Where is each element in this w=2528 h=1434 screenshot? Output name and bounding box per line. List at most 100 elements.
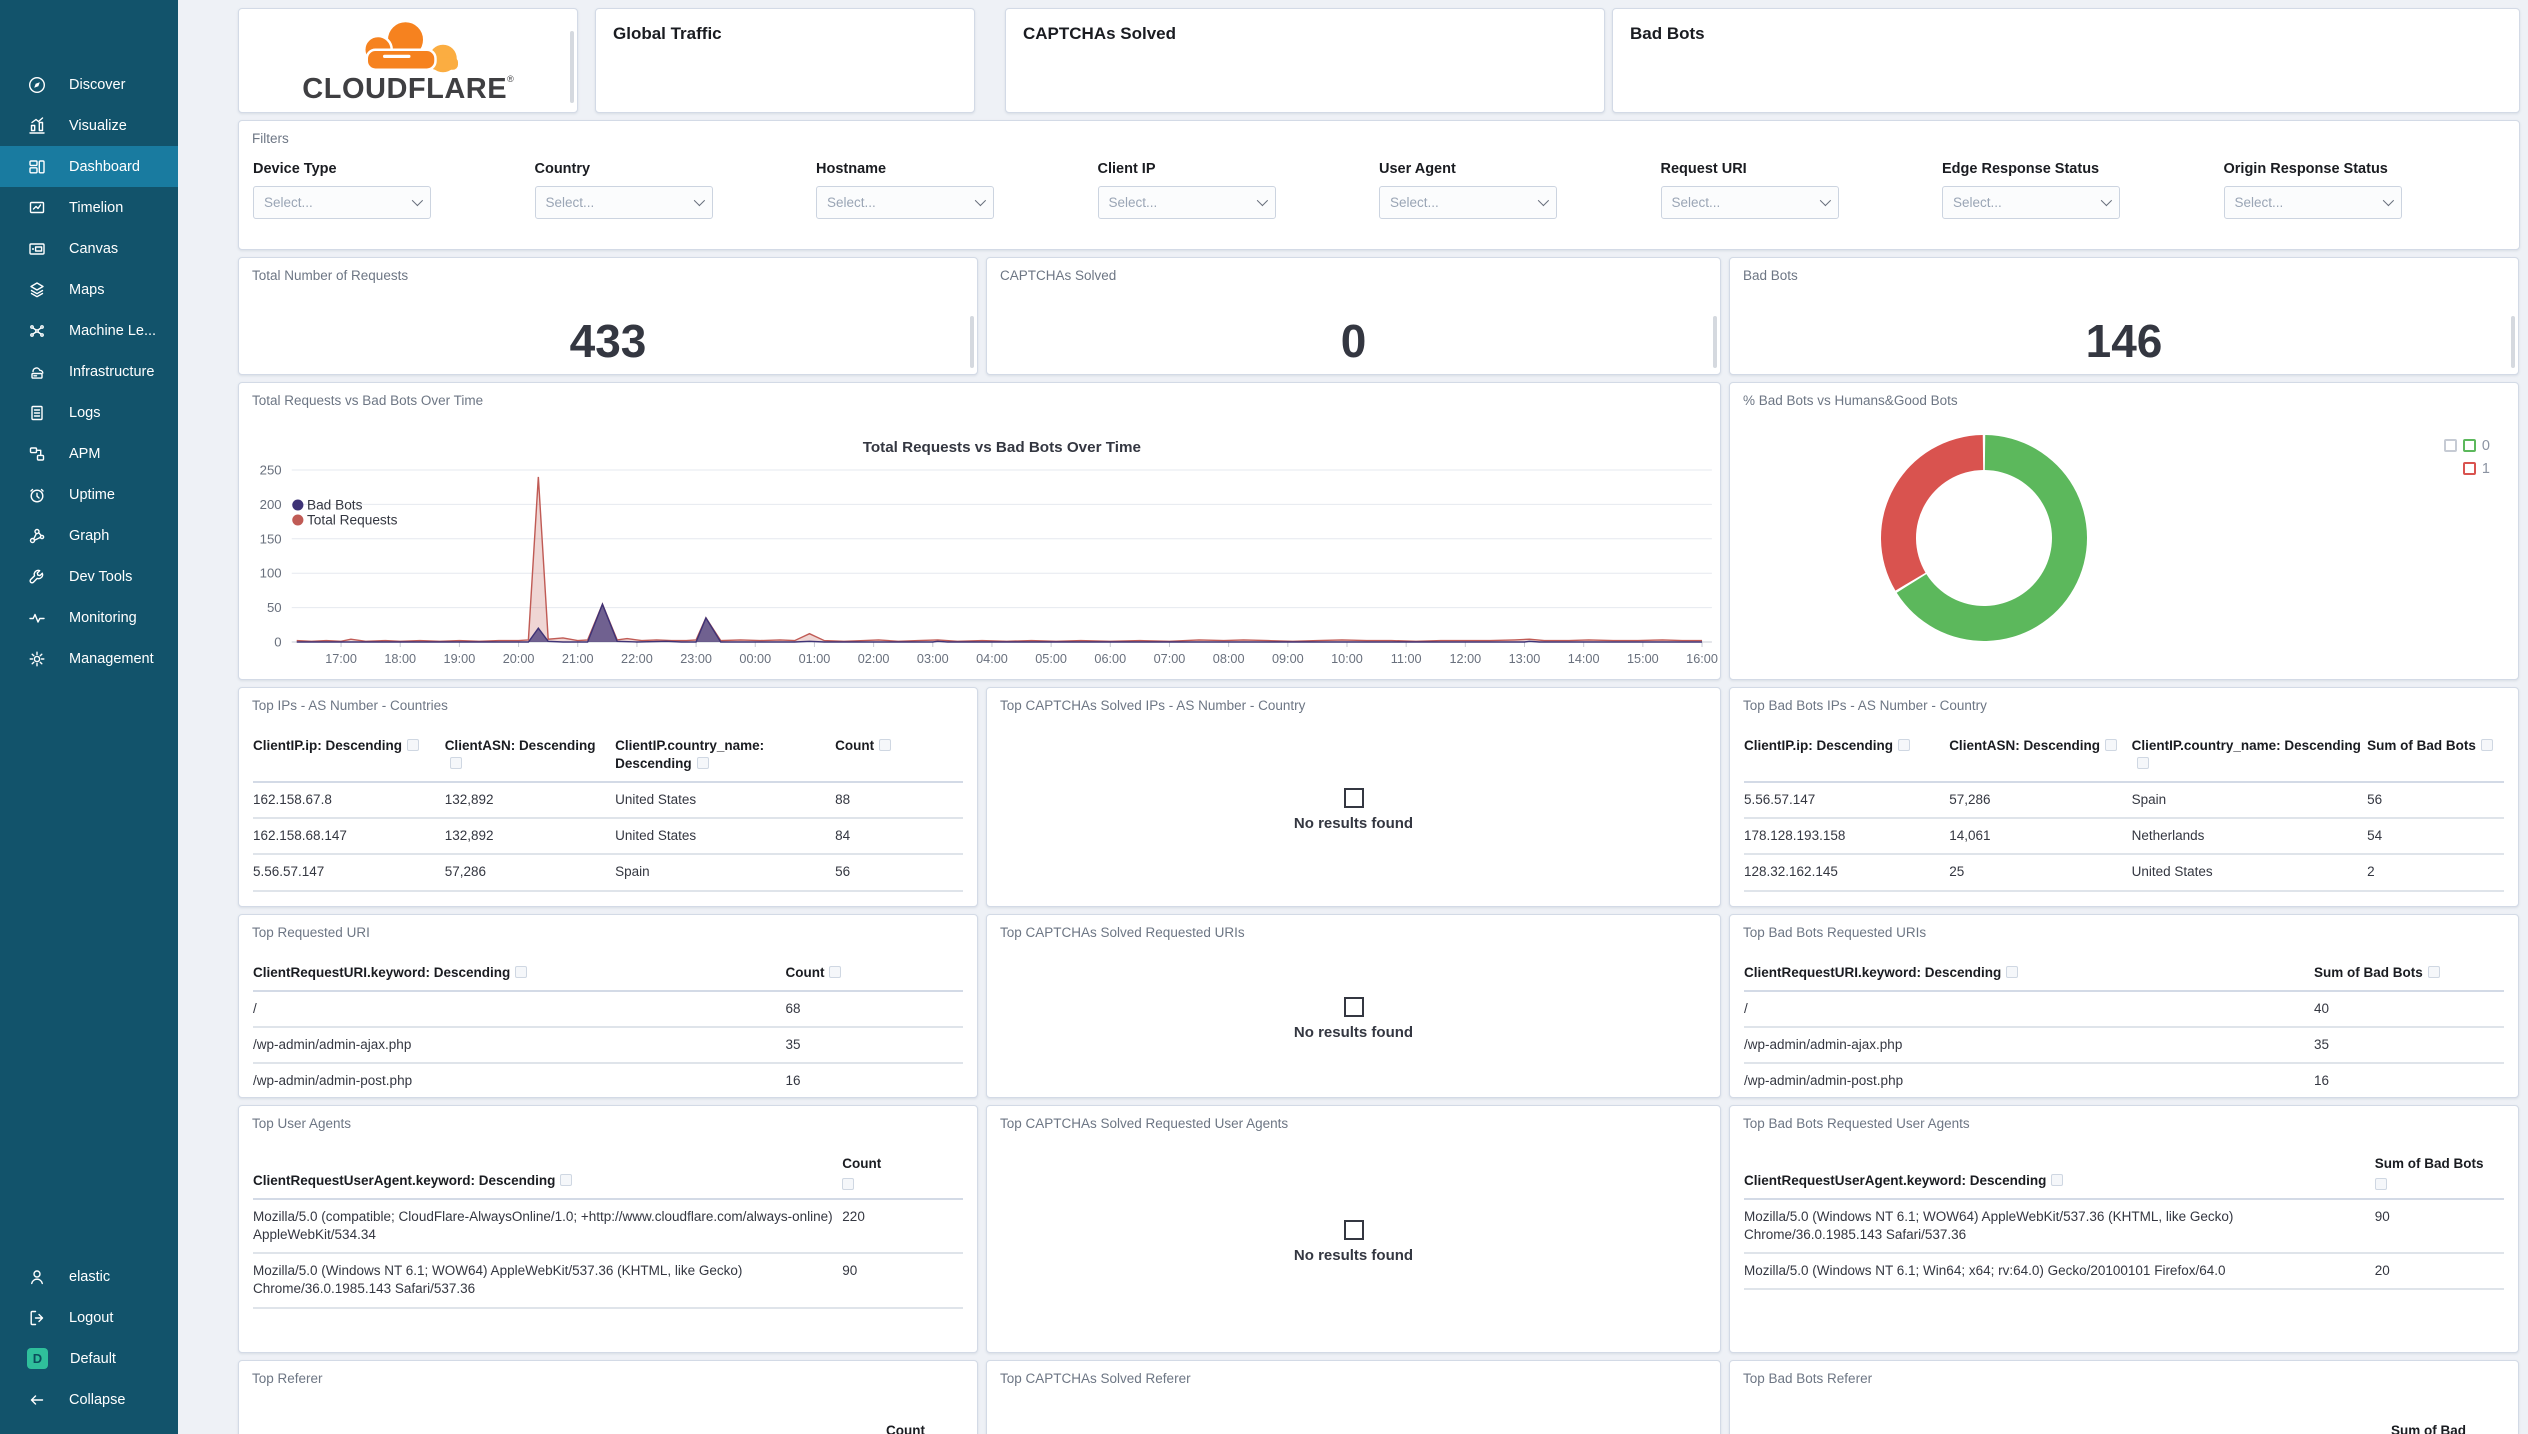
header-checkbox-icon[interactable] <box>2051 1173 2064 1186</box>
graph-icon <box>27 526 47 546</box>
sidebar-item-canvas[interactable]: Canvas <box>0 228 178 269</box>
select-request-uri[interactable]: Select... <box>1660 185 1839 219</box>
sidebar-item-label: Logs <box>69 404 101 421</box>
sidebar-item-apm[interactable]: APM <box>0 433 178 474</box>
column-header[interactable]: Sum of Bad Bots <box>2374 1147 2504 1198</box>
header-checkbox-icon[interactable] <box>2104 738 2117 751</box>
column-header[interactable]: Sum of Bad Bots <box>2367 729 2504 763</box>
sidebar-item-discover[interactable]: Discover <box>0 64 178 105</box>
column-header[interactable]: Sum of Bad Bots <box>2314 956 2504 990</box>
column-header[interactable]: Count <box>842 1147 963 1198</box>
donut-slice-1[interactable] <box>1880 434 1984 591</box>
table-cell: 90 <box>2374 1208 2390 1224</box>
table-cell: /wp-admin/admin-post.php <box>1744 1073 1904 1089</box>
bad-bots-panel: Bad Bots <box>1612 8 2520 113</box>
column-header-label: Sum of Bad Bots <box>2367 737 2476 753</box>
sidebar-item-dev-tools[interactable]: Dev Tools <box>0 556 178 597</box>
select-edge-response-status[interactable]: Select... <box>1942 185 2120 219</box>
sidebar-item-dashboard[interactable]: Dashboard <box>0 146 178 187</box>
select-hostname[interactable]: Select... <box>816 185 994 219</box>
svg-text:12:00: 12:00 <box>1449 652 1481 666</box>
column-header[interactable]: ClientRequestURI.keyword: Descending <box>253 956 786 990</box>
header-checkbox-icon[interactable] <box>696 756 709 769</box>
select-user-agent[interactable]: Select... <box>1379 185 1557 219</box>
header-checkbox-icon[interactable] <box>2427 965 2440 978</box>
header-checkbox-icon[interactable] <box>515 965 528 978</box>
svg-text:22:00: 22:00 <box>621 652 653 666</box>
panel-top-bad-bots-requested-user-agents: Top Bad Bots Requested User Agents Client… <box>1729 1105 2519 1353</box>
select-device-type[interactable]: Select... <box>253 185 431 219</box>
header-checkbox-icon[interactable] <box>2374 1177 2387 1190</box>
sidebar-item-logs[interactable]: Logs <box>0 392 178 433</box>
sidebar-item-management[interactable]: Management <box>0 638 178 679</box>
sidebar-item-default-space[interactable]: D Default <box>0 1338 178 1379</box>
legend-item-1[interactable]: 1 <box>2462 461 2490 477</box>
panel-title: Top Requested URI <box>252 925 370 940</box>
header-checkbox-icon[interactable] <box>829 965 842 978</box>
sidebar-item-label: APM <box>69 445 101 462</box>
panel-scrollbar[interactable] <box>1713 316 1717 368</box>
header-checkbox-icon[interactable] <box>2480 738 2493 751</box>
sidebar-item-logout[interactable]: Logout <box>0 1297 178 1338</box>
column-header[interactable]: ClientASN: Descending <box>445 729 615 781</box>
table-header-clipped[interactable]: Sum of Bad <box>2391 1423 2466 1434</box>
column-header-label: Sum of Bad Bots <box>2374 1155 2484 1171</box>
panel-scrollbar[interactable] <box>2511 316 2515 368</box>
table-header-clipped[interactable]: Count <box>886 1423 925 1434</box>
column-header[interactable]: ClientIP.country_name: Descending <box>2132 729 2368 781</box>
panel-top-referer: Top Referer Count <box>238 1360 978 1434</box>
column-header[interactable]: ClientRequestUserAgent.keyword: Descendi… <box>1744 1164 2375 1198</box>
column-header[interactable]: ClientIP.ip: Descending <box>1744 729 1949 763</box>
svg-text:18:00: 18:00 <box>384 652 416 666</box>
panel-scrollbar[interactable] <box>970 316 974 368</box>
select-placeholder: Select... <box>264 194 313 210</box>
table-cell: 16 <box>2314 1073 2330 1089</box>
header-checkbox-icon[interactable] <box>2006 965 2019 978</box>
column-header-label: Count <box>835 737 875 753</box>
sidebar-item-uptime[interactable]: Uptime <box>0 474 178 515</box>
filter-label: User Agent <box>1379 160 1456 177</box>
sidebar-item-visualize[interactable]: Visualize <box>0 105 178 146</box>
sidebar-item-machine-learning[interactable]: Machine Le... <box>0 310 178 351</box>
header-checkbox-icon[interactable] <box>1898 738 1911 751</box>
sidebar-item-collapse[interactable]: Collapse <box>0 1379 178 1420</box>
canvas-icon <box>27 239 47 259</box>
header-checkbox-icon[interactable] <box>407 738 420 751</box>
sidebar-item-graph[interactable]: Graph <box>0 515 178 556</box>
svg-text:23:00: 23:00 <box>680 652 712 666</box>
column-header[interactable]: ClientRequestURI.keyword: Descending <box>1744 956 2314 990</box>
chevron-down-icon <box>974 194 987 207</box>
select-client-ip[interactable]: Select... <box>1097 185 1276 219</box>
filter-field-client-ip: Client IP Select... <box>1097 161 1380 219</box>
select-origin-response-status[interactable]: Select... <box>2223 185 2402 219</box>
chevron-down-icon <box>1537 194 1550 207</box>
panel-title: Top Referer <box>252 1371 323 1386</box>
sidebar-item-monitoring[interactable]: Monitoring <box>0 597 178 638</box>
sidebar-item-timelion[interactable]: Timelion <box>0 187 178 228</box>
header-checkbox-icon[interactable] <box>2136 756 2149 769</box>
column-header[interactable]: ClientIP.country_name: Descending <box>615 729 835 781</box>
legend-filter-icon[interactable] <box>2443 439 2457 453</box>
metrics-row: Total Number of Requests 433 CAPTCHAs Solv… <box>238 257 2520 375</box>
column-header[interactable]: Count <box>786 956 964 990</box>
table-cell: Spain <box>615 864 650 880</box>
sidebar-item-infrastructure[interactable]: Infrastructure <box>0 351 178 392</box>
header-checkbox-icon[interactable] <box>560 1173 573 1186</box>
column-header[interactable]: ClientIP.ip: Descending <box>253 729 445 763</box>
sidebar-item-maps[interactable]: Maps <box>0 269 178 310</box>
column-header[interactable]: Count <box>835 729 963 763</box>
sidebar-item-label: Canvas <box>69 240 119 257</box>
header-checkbox-icon[interactable] <box>842 1177 855 1190</box>
table-row: 162.158.67.8 132,892 United States 88 <box>253 783 963 820</box>
sidebar-item-label: Uptime <box>69 486 115 503</box>
column-header[interactable]: ClientRequestUserAgent.keyword: Descendi… <box>253 1164 842 1198</box>
column-header[interactable]: ClientASN: Descending <box>1949 729 2131 763</box>
header-checkbox-icon[interactable] <box>879 738 892 751</box>
sidebar-item-elastic[interactable]: elastic <box>0 1256 178 1297</box>
header-checkbox-icon[interactable] <box>449 756 462 769</box>
legend-item-0[interactable]: 0 <box>2443 438 2490 454</box>
panel-scrollbar[interactable] <box>570 31 574 103</box>
table-cell: 5.56.57.147 <box>253 864 325 880</box>
table-cell: 56 <box>2367 791 2383 807</box>
select-country[interactable]: Select... <box>534 185 713 219</box>
